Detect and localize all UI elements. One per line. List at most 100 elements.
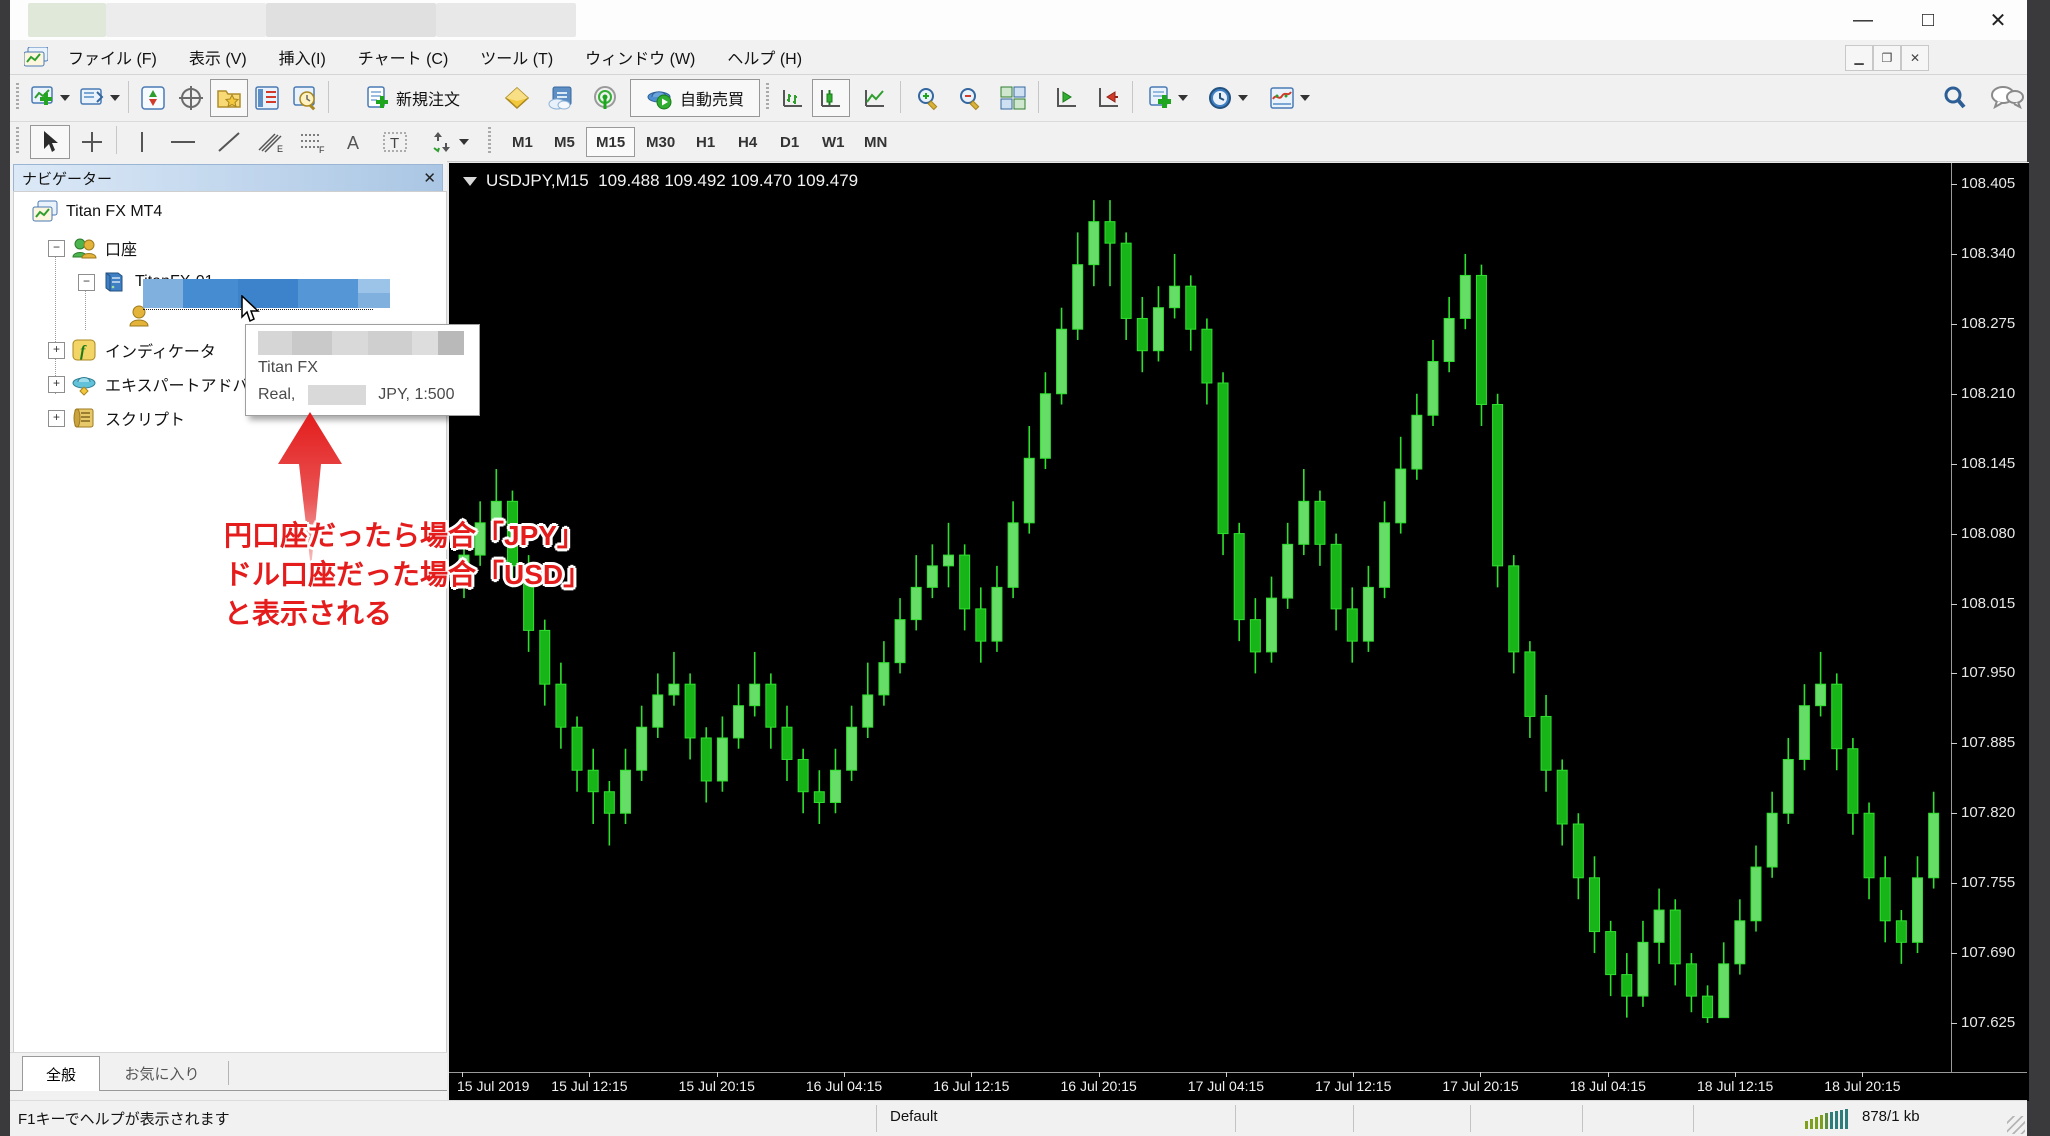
window-close-button[interactable]: ✕	[1975, 4, 2021, 36]
indicators-button[interactable]	[1262, 79, 1316, 117]
toolbar-grip[interactable]	[16, 83, 19, 111]
candlestick-plot[interactable]	[449, 163, 2027, 1072]
periods-caret[interactable]	[1237, 95, 1248, 101]
metaeditor-button[interactable]	[496, 79, 538, 117]
trendline-button[interactable]	[208, 125, 250, 159]
child-restore-button[interactable]: ❐	[1873, 45, 1901, 71]
menu-tools[interactable]: ツール (T)	[464, 40, 569, 74]
selected-account-blurred[interactable]	[143, 279, 390, 308]
annotation-text: 円口座だったら場合「JPY」 ドル口座だった場合「USD」 と表示される	[224, 520, 592, 629]
toolbar-grip[interactable]	[766, 83, 769, 111]
price-axis-separator[interactable]	[1951, 163, 1952, 1072]
time-axis-separator[interactable]	[449, 1072, 2027, 1073]
horizontal-line-button[interactable]	[162, 125, 204, 159]
expand-icon[interactable]: +	[48, 409, 65, 427]
market-watch-button[interactable]	[134, 79, 172, 117]
strategy-tester-button[interactable]	[286, 79, 324, 117]
strategy-tester-icon	[293, 86, 316, 111]
auto-trading-button[interactable]: 自動売買	[630, 79, 760, 117]
menu-chart[interactable]: チャート (C)	[342, 40, 465, 74]
navigator-close-icon[interactable]: ✕	[423, 169, 436, 187]
new-chart-icon	[30, 86, 53, 105]
tree-item-indicators[interactable]: + f インディケータ	[48, 338, 216, 362]
status-template[interactable]: Default	[890, 1108, 938, 1125]
channel-button[interactable]: E	[250, 125, 292, 159]
navigator-header[interactable]: ナビゲーター ✕	[13, 164, 443, 192]
timeframe-m15[interactable]: M15	[586, 127, 636, 157]
terminal-button[interactable]	[248, 79, 286, 117]
tree-item-broker-root[interactable]: Titan FX MT4	[32, 200, 162, 224]
timeframe-mn[interactable]: MN	[854, 127, 897, 157]
resize-grip[interactable]	[2007, 1116, 2025, 1134]
blurred-title-3	[436, 3, 576, 37]
cursor-button[interactable]	[30, 125, 70, 159]
tree-item-scripts[interactable]: + スクリプト	[48, 406, 185, 430]
child-close-button[interactable]: ✕	[1901, 45, 1929, 71]
zoom-in-button[interactable]	[908, 79, 948, 117]
window-maximize-button[interactable]: □	[1905, 4, 1951, 36]
search-button[interactable]	[1934, 79, 1976, 117]
connection-bars-icon	[1805, 1109, 1848, 1129]
profiles-button[interactable]	[74, 79, 124, 117]
auto-scroll-button[interactable]	[1046, 79, 1086, 117]
menu-help[interactable]: ヘルプ (H)	[711, 40, 818, 74]
mql-community-button[interactable]	[540, 79, 582, 117]
menu-insert[interactable]: 挿入(I)	[263, 40, 342, 74]
child-minimize-button[interactable]: ▁	[1845, 45, 1873, 71]
timeframe-w1[interactable]: W1	[812, 127, 855, 157]
new-chart-button[interactable]	[24, 79, 74, 117]
line-chart-icon	[865, 90, 884, 107]
tile-windows-button[interactable]	[992, 79, 1034, 117]
timeframe-h1[interactable]: H1	[686, 127, 725, 157]
price-tick	[1951, 953, 1957, 955]
timeframe-m1[interactable]: M1	[502, 127, 543, 157]
arrows-button[interactable]	[420, 125, 478, 159]
navigator-toggle-button[interactable]	[210, 79, 248, 117]
tree-item-accounts[interactable]: − 口座	[48, 236, 137, 260]
timeframe-h4[interactable]: H4	[728, 127, 767, 157]
vertical-line-button[interactable]	[124, 125, 160, 159]
expand-icon[interactable]: +	[48, 341, 65, 359]
timeframe-d1[interactable]: D1	[770, 127, 809, 157]
zoom-out-button[interactable]	[950, 79, 990, 117]
periods-button[interactable]	[1200, 79, 1254, 117]
fibonacci-icon: F	[301, 134, 325, 154]
menu-file[interactable]: ファイル (F)	[52, 40, 173, 74]
text-button[interactable]: A	[336, 125, 372, 159]
timeframe-m5[interactable]: M5	[544, 127, 585, 157]
bar-chart-button[interactable]	[774, 79, 812, 117]
price-tick	[1951, 1023, 1957, 1024]
new-order-button[interactable]: 新規注文	[336, 79, 488, 117]
time-tick-label: 16 Jul 04:15	[805, 1078, 883, 1094]
news-sound-button[interactable]	[584, 79, 626, 117]
menu-view[interactable]: 表示 (V)	[173, 40, 263, 74]
collapse-icon[interactable]: −	[78, 273, 95, 291]
chat-button[interactable]	[1982, 79, 2032, 117]
menu-window[interactable]: ウィンドウ (W)	[569, 40, 711, 74]
expand-icon[interactable]: +	[48, 375, 65, 393]
crosshair-button[interactable]	[72, 125, 112, 159]
auto-trading-label: 自動売買	[679, 92, 744, 109]
new-chart-caret[interactable]	[59, 95, 70, 101]
window-minimize-button[interactable]: —	[1840, 4, 1886, 36]
tab-common[interactable]: 全般	[22, 1056, 100, 1091]
candlestick-button[interactable]	[812, 79, 850, 117]
templates-caret[interactable]	[1177, 95, 1188, 101]
fibonacci-button[interactable]: F	[292, 125, 334, 159]
timeframe-m30[interactable]: M30	[636, 127, 685, 157]
arrows-caret[interactable]	[458, 139, 469, 145]
menu-bar: ファイル (F) 表示 (V) 挿入(I) チャート (C) ツール (T) ウ…	[10, 40, 2027, 75]
templates-button[interactable]	[1140, 79, 1194, 117]
collapse-icon[interactable]: −	[48, 239, 65, 257]
line-chart-button[interactable]	[856, 79, 894, 117]
tab-favorites[interactable]: お気に入り	[102, 1056, 222, 1090]
chart-shift-button[interactable]	[1088, 79, 1128, 117]
status-bar: F1キーでヘルプが表示されます Default 878/1 kb	[10, 1100, 2027, 1136]
profiles-caret[interactable]	[109, 95, 120, 101]
toolbar-grip[interactable]	[16, 127, 19, 155]
indicators-caret[interactable]	[1299, 95, 1310, 101]
text-label-button[interactable]: T	[374, 125, 416, 159]
data-window-button[interactable]	[172, 79, 210, 117]
toolbar-grip[interactable]	[488, 127, 491, 155]
chart-window[interactable]: USDJPY,M15 109.488 109.492 109.470 109.4…	[447, 162, 2029, 1101]
